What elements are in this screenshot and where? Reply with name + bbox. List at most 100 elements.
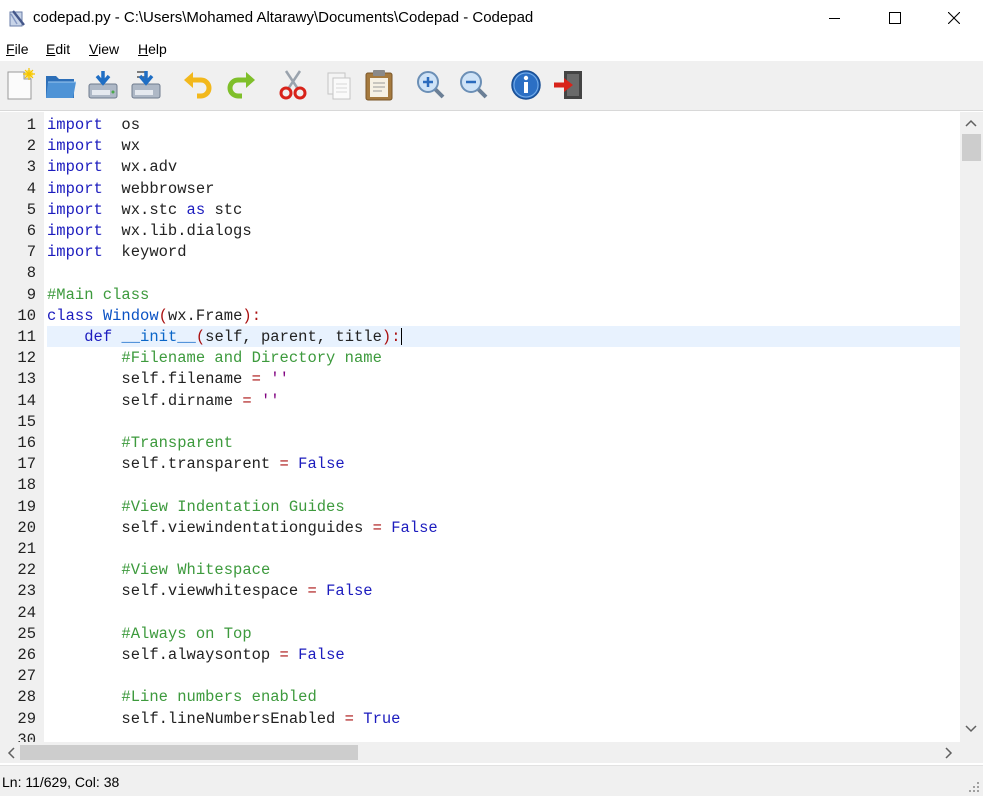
code-line[interactable]: 26 self.alwaysontop = False [0,644,960,665]
code-line[interactable]: 3 import wx.adv [0,156,960,177]
code-text[interactable]: self.dirname = '' [47,390,960,411]
code-line[interactable]: 12 #Filename and Directory name [0,347,960,368]
paste-button[interactable] [362,68,396,102]
code-text[interactable]: #Line numbers enabled [47,686,960,707]
code-line[interactable]: 21 [0,538,960,559]
code-line[interactable]: 8 [0,262,960,283]
line-number: 5 [26,200,36,219]
toolbar [0,61,983,111]
code-line[interactable]: 14 self.dirname = '' [0,390,960,411]
zoom-out-icon [460,71,488,99]
code-text[interactable] [47,538,960,559]
code-line[interactable]: 29 self.lineNumbersEnabled = True [0,708,960,729]
code-token: import [47,200,103,219]
code-line[interactable]: 4 import webbrowser [0,178,960,199]
scroll-left-icon[interactable] [6,747,16,759]
exit-button[interactable] [552,68,586,102]
code-text[interactable]: import wx.stc as stc [47,199,960,220]
code-text[interactable]: #View Indentation Guides [47,496,960,517]
menu-file[interactable]: File [6,41,29,57]
menu-view[interactable]: View [89,41,119,57]
code-line[interactable]: 24 [0,602,960,623]
code-token: self, parent, title [205,328,382,346]
code-line[interactable]: 9 #Main class [0,284,960,305]
code-line[interactable]: 20 self.viewindentationguides = False [0,517,960,538]
code-token: self.lineNumbersEnabled [47,709,345,728]
code-text[interactable]: import webbrowser [47,178,960,199]
code-text[interactable] [47,411,960,432]
code-line[interactable]: 7 import keyword [0,241,960,262]
code-line[interactable]: 10 class Window(wx.Frame): [0,305,960,326]
code-text[interactable] [47,729,960,742]
zoom-in-button[interactable] [414,68,448,102]
code-text[interactable]: self.filename = '' [47,368,960,389]
code-line[interactable]: 15 [0,411,960,432]
scroll-down-icon[interactable] [965,724,977,734]
code-text[interactable]: self.viewwhitespace = False [47,580,960,601]
vertical-scroll-thumb[interactable] [962,134,981,161]
code-text[interactable]: import wx.lib.dialogs [47,220,960,241]
code-text[interactable] [47,665,960,686]
resize-grip-icon[interactable] [968,781,980,793]
code-token: import [47,137,103,156]
zoom-out-button[interactable] [457,68,491,102]
menu-bar: File Edit View Help [0,38,983,60]
copy-button[interactable] [322,68,356,102]
minimize-button[interactable] [806,0,864,36]
code-text[interactable]: #View Whitespace [47,559,960,580]
code-line[interactable]: 25 #Always on Top [0,623,960,644]
code-text[interactable]: #Always on Top [47,623,960,644]
save-as-button[interactable] [129,68,163,102]
code-text[interactable] [47,474,960,495]
cut-button[interactable] [276,68,310,102]
code-line[interactable]: 28 #Line numbers enabled [0,686,960,707]
code-text[interactable]: self.transparent = False [47,453,960,474]
code-text[interactable]: #Main class [47,284,960,305]
undo-button[interactable] [181,68,215,102]
code-text[interactable]: self.viewindentationguides = False [47,517,960,538]
code-line[interactable]: 18 [0,474,960,495]
menu-help[interactable]: Help [138,41,167,57]
code-text[interactable]: import wx.adv [47,156,960,177]
close-button[interactable] [925,0,983,36]
maximize-button[interactable] [866,0,924,36]
about-button[interactable] [509,68,543,102]
code-line[interactable]: 16 #Transparent [0,432,960,453]
code-line[interactable]: 2 import wx [0,135,960,156]
code-text[interactable]: self.lineNumbersEnabled = True [47,708,960,729]
redo-button[interactable] [224,68,258,102]
code-line[interactable]: 23 self.viewwhitespace = False [0,580,960,601]
code-line[interactable]: 30 [0,729,960,742]
code-text[interactable]: #Transparent [47,432,960,453]
horizontal-scrollbar[interactable] [0,742,960,763]
code-editor[interactable]: 1 import os 2 import wx 3 import wx.adv 4 impor… [0,112,960,742]
maximize-icon [889,12,901,24]
code-line[interactable]: 22 #View Whitespace [0,559,960,580]
code-text[interactable]: import os [47,114,960,135]
code-line[interactable]: 13 self.filename = '' [0,368,960,389]
code-line[interactable]: 5 import wx.stc as stc [0,199,960,220]
code-line[interactable]: 19 #View Indentation Guides [0,496,960,517]
code-text[interactable]: class Window(wx.Frame): [47,305,960,326]
code-text[interactable]: #Filename and Directory name [47,347,960,368]
code-text[interactable]: self.alwaysontop = False [47,644,960,665]
code-line[interactable]: 1 import os [0,114,960,135]
new-file-button[interactable] [3,68,37,102]
horizontal-scroll-thumb[interactable] [20,745,358,760]
code-line[interactable]: 11 def __init__(self, parent, title): [0,326,960,348]
code-line[interactable]: 27 [0,665,960,686]
code-text[interactable]: import wx [47,135,960,156]
save-button[interactable] [86,68,120,102]
vertical-scrollbar[interactable] [960,112,983,742]
open-button[interactable] [44,68,78,102]
code-text[interactable]: import keyword [47,241,960,262]
code-text[interactable]: def __init__(self, parent, title): [47,326,960,348]
menu-edit[interactable]: Edit [46,41,70,57]
code-text[interactable] [47,262,960,283]
scroll-right-icon[interactable] [944,747,954,759]
code-token: wx.stc [102,200,187,219]
code-line[interactable]: 17 self.transparent = False [0,453,960,474]
code-line[interactable]: 6 import wx.lib.dialogs [0,220,960,241]
scroll-up-icon[interactable] [965,118,977,128]
code-text[interactable] [47,602,960,623]
